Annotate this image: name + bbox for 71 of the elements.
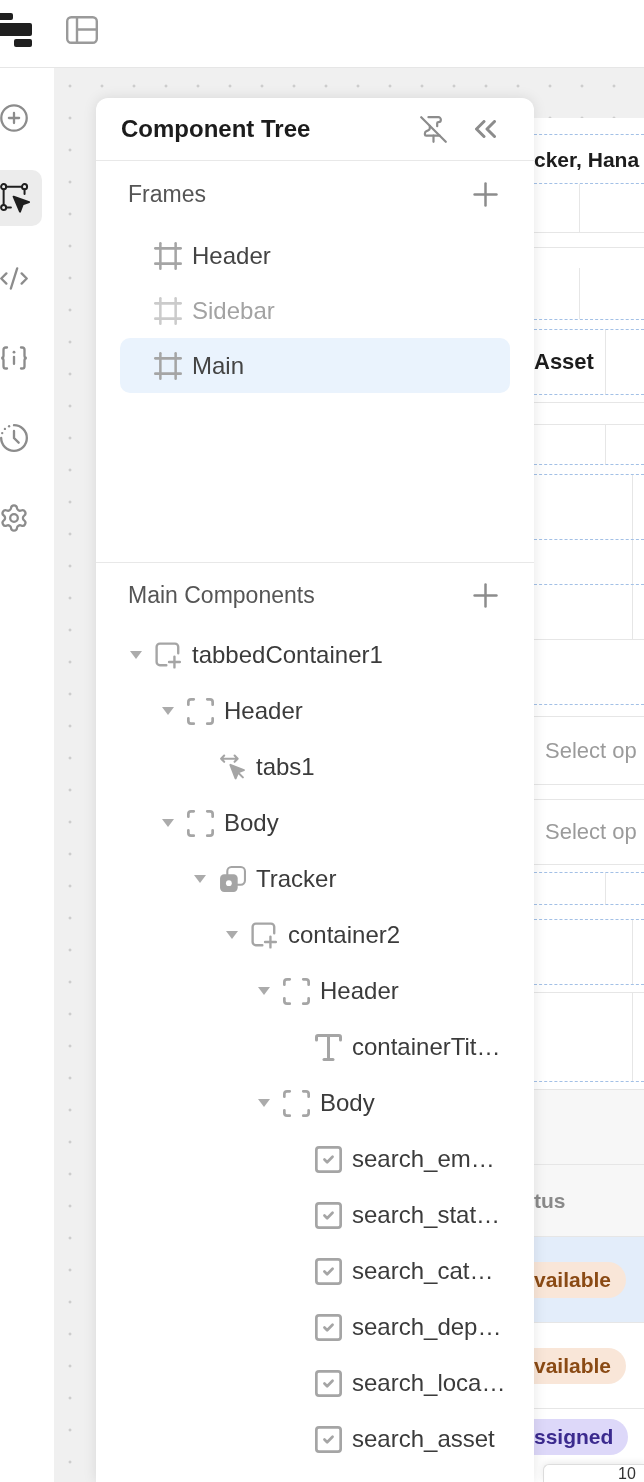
tree-item[interactable]: Header [162, 697, 303, 725]
tree-cursor-icon [0, 183, 30, 213]
tree-item[interactable]: search_loca… [314, 1369, 506, 1397]
section-title: Main Components [128, 580, 316, 610]
tree-item[interactable]: tabs1 [218, 753, 315, 781]
dashed-square-icon [186, 697, 214, 725]
checkbox-icon [314, 1425, 342, 1453]
tree-item[interactable]: search_cat… [314, 1257, 494, 1285]
clock-icon [0, 424, 28, 452]
frame-icon [154, 351, 182, 380]
value-field[interactable]: 10 [543, 1464, 644, 1482]
tree-item[interactable]: Body [162, 809, 279, 837]
tree-item[interactable]: containerTit… [314, 1033, 501, 1061]
frame-icon [154, 241, 182, 270]
status-badge: vailable [534, 1347, 627, 1384]
pin-off-icon [420, 115, 447, 143]
caret-icon[interactable] [194, 875, 206, 883]
text-icon [314, 1033, 342, 1061]
panel-title: Component Tree [121, 114, 312, 144]
caret-icon[interactable] [162, 819, 174, 827]
frame-icon [154, 296, 182, 325]
table-row[interactable]: vailable [534, 1237, 644, 1323]
heading-text: cker, Hana [534, 148, 640, 170]
logo-icon [0, 13, 32, 47]
caret-icon[interactable] [258, 1099, 270, 1107]
component-tree-button[interactable] [0, 170, 42, 226]
plus-icon [473, 182, 498, 207]
caret-icon[interactable] [162, 707, 174, 715]
dashed-square-icon [186, 809, 214, 837]
field-label: Asset [534, 351, 594, 373]
frame-item[interactable]: Header [120, 228, 510, 283]
column-header: tus [534, 1165, 644, 1237]
plus-circle-icon [0, 104, 28, 132]
settings-icon [0, 504, 28, 532]
dashed-square-icon [282, 1089, 310, 1117]
caret-icon[interactable] [258, 987, 270, 995]
tree-item[interactable]: container2 [226, 921, 401, 949]
braces-icon [0, 346, 28, 370]
tree-item[interactable]: Header [258, 977, 399, 1005]
add-frame-button[interactable] [473, 182, 498, 207]
collapse-button[interactable] [475, 120, 496, 138]
add-component-button[interactable] [473, 582, 498, 608]
code-icon [0, 266, 28, 290]
layout-toggle-button[interactable] [66, 16, 98, 44]
checkbox-icon [314, 1313, 342, 1341]
checkbox-icon [314, 1145, 342, 1173]
stacked-squares-icon [218, 865, 246, 893]
container-plus-icon [250, 921, 278, 949]
tree-item[interactable]: search_asset [314, 1425, 495, 1453]
tree-item[interactable]: search_dep… [314, 1313, 502, 1341]
arrows-cursor-icon [218, 753, 246, 781]
tree-item[interactable]: search_em… [314, 1145, 495, 1173]
status-badge: ssigned [534, 1418, 629, 1455]
caret-icon[interactable] [226, 931, 238, 939]
plus-icon [473, 582, 498, 608]
status-badge: vailable [534, 1261, 627, 1298]
checkbox-icon [314, 1369, 342, 1397]
chevrons-left-icon [475, 120, 496, 138]
tree-item[interactable]: tabbedContainer1 [130, 641, 383, 669]
tree-item[interactable]: search_stat… [314, 1201, 501, 1229]
tree-item[interactable]: Body [258, 1089, 375, 1117]
checkbox-icon [314, 1257, 342, 1285]
panel-layout-icon [66, 16, 98, 44]
caret-icon[interactable] [130, 651, 142, 659]
section-title: Frames [128, 180, 207, 210]
container-plus-icon [154, 641, 182, 669]
dashed-square-icon [282, 977, 310, 1005]
tree-item[interactable]: Tracker [194, 865, 337, 893]
unpin-button[interactable] [420, 115, 447, 143]
checkbox-icon [314, 1201, 342, 1229]
frame-item[interactable]: Main [120, 338, 510, 393]
